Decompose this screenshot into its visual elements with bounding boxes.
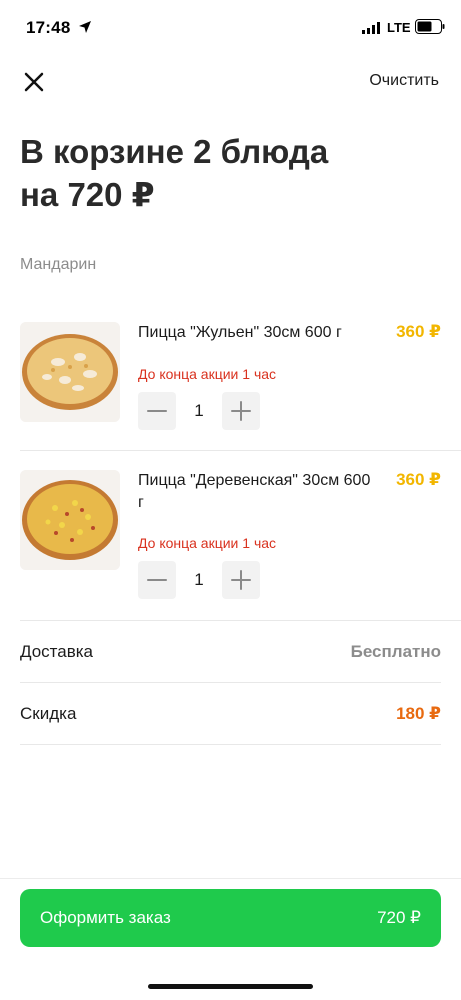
- quantity-value: 1: [194, 401, 204, 420]
- network-type: LTE: [387, 20, 411, 35]
- title-line-1: В корзине 2 блюда: [20, 133, 329, 170]
- divider: [20, 450, 461, 451]
- minus-icon: [147, 579, 167, 581]
- close-button[interactable]: [20, 68, 48, 96]
- home-indicator: [148, 984, 313, 989]
- restaurant-name: Мандарин: [20, 256, 97, 273]
- item-price: 360 ₽: [396, 470, 441, 489]
- status-time: 17:48: [26, 18, 71, 37]
- plus-icon: [231, 570, 251, 590]
- divider: [20, 620, 461, 621]
- delivery-value: Бесплатно: [350, 642, 441, 661]
- decrease-quantity-button[interactable]: [138, 561, 176, 599]
- cart-item: Пицца "Жульен" 30см 600 г 360 ₽ До конца…: [20, 322, 441, 450]
- battery-icon: [415, 19, 445, 34]
- item-name: Пицца "Деревенская" 30см 600 г: [138, 472, 371, 511]
- title-line-2: на 720 ₽: [20, 176, 155, 213]
- pizza-julienne-image: [20, 322, 120, 422]
- quantity-stepper: 1: [138, 392, 260, 430]
- page-title: В корзине 2 блюда на 720 ₽: [20, 130, 440, 216]
- signal-icon: [362, 22, 380, 34]
- promo-timer: До конца акции 1 час: [138, 366, 277, 382]
- status-bar: 17:48 LTE: [0, 0, 461, 56]
- bottom-divider: [0, 878, 461, 879]
- delivery-label: Доставка: [20, 642, 94, 661]
- quantity-stepper: 1: [138, 561, 260, 599]
- increase-quantity-button[interactable]: [222, 392, 260, 430]
- clear-cart-button[interactable]: Очистить: [369, 72, 439, 90]
- decrease-quantity-button[interactable]: [138, 392, 176, 430]
- pizza-country-image: [20, 470, 120, 570]
- discount-label: Скидка: [20, 704, 77, 723]
- increase-quantity-button[interactable]: [222, 561, 260, 599]
- divider: [20, 744, 441, 745]
- checkout-button[interactable]: Оформить заказ 720 ₽: [20, 889, 441, 947]
- minus-icon: [147, 410, 167, 412]
- location-arrow-icon: [79, 21, 91, 33]
- quantity-value: 1: [194, 570, 204, 589]
- delivery-row: Доставка Бесплатно: [20, 642, 441, 666]
- cart-item: Пицца "Деревенская" 30см 600 г 360 ₽ До …: [20, 470, 441, 620]
- discount-row: Скидка 180 ₽: [20, 704, 441, 728]
- item-name: Пицца "Жульен" 30см 600 г: [138, 324, 342, 341]
- divider: [20, 682, 441, 683]
- item-price: 360 ₽: [396, 322, 441, 341]
- close-icon: [24, 72, 44, 92]
- promo-timer: До конца акции 1 час: [138, 535, 277, 551]
- checkout-label: Оформить заказ: [40, 908, 171, 927]
- plus-icon: [231, 401, 251, 421]
- checkout-total: 720 ₽: [377, 908, 421, 927]
- discount-value: 180 ₽: [396, 704, 441, 723]
